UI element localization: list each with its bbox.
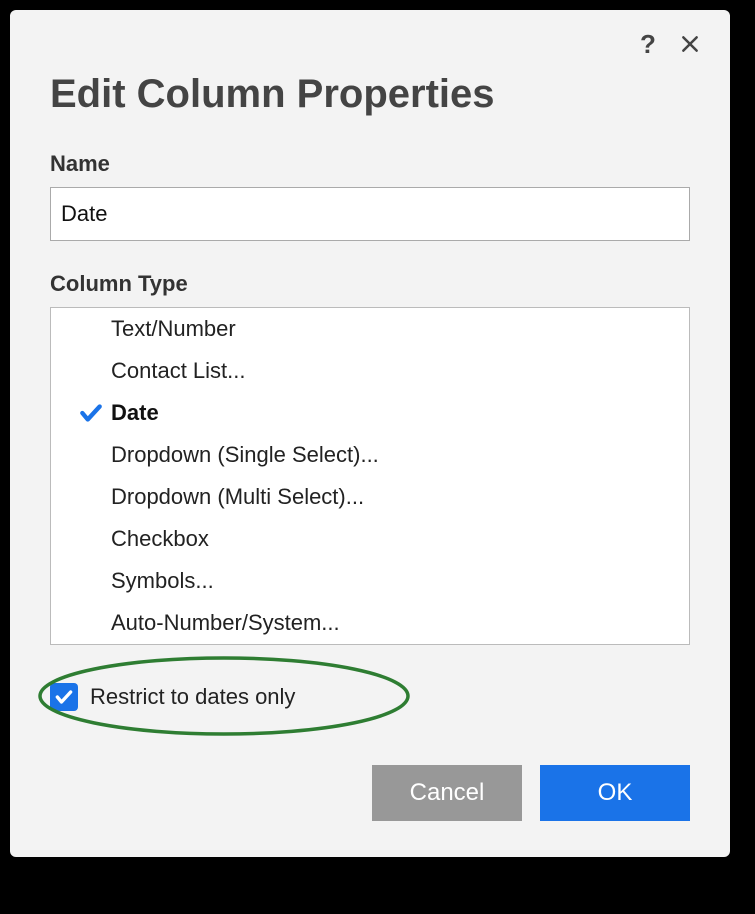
column-type-option[interactable]: Auto-Number/System... bbox=[51, 602, 689, 644]
dialog-title: Edit Column Properties bbox=[50, 72, 690, 117]
ok-button[interactable]: OK bbox=[540, 765, 690, 821]
column-type-option[interactable]: Dropdown (Single Select)... bbox=[51, 434, 689, 476]
restrict-label: Restrict to dates only bbox=[90, 684, 295, 710]
column-type-label: Auto-Number/System... bbox=[111, 610, 340, 636]
column-type-option[interactable]: Text/Number bbox=[51, 308, 689, 350]
restrict-checkbox[interactable] bbox=[50, 683, 78, 711]
close-icon[interactable] bbox=[678, 32, 702, 56]
column-type-label: Text/Number bbox=[111, 316, 236, 342]
column-type-label: Dropdown (Multi Select)... bbox=[111, 484, 364, 510]
column-type-label: Symbols... bbox=[111, 568, 214, 594]
dialog-button-row: Cancel OK bbox=[50, 765, 690, 821]
column-type-option[interactable]: Dropdown (Multi Select)... bbox=[51, 476, 689, 518]
name-label: Name bbox=[50, 151, 690, 177]
cancel-button[interactable]: Cancel bbox=[372, 765, 522, 821]
column-type-option[interactable]: Contact List... bbox=[51, 350, 689, 392]
help-icon[interactable]: ? bbox=[636, 32, 660, 56]
column-type-label: Date bbox=[111, 400, 159, 426]
checkmark-icon bbox=[71, 400, 111, 426]
column-type-option[interactable]: Symbols... bbox=[51, 560, 689, 602]
column-type-list: Text/Number Contact List... Date Dropdown (… bbox=[50, 307, 690, 645]
column-type-option[interactable]: Date bbox=[51, 392, 689, 434]
column-type-label: Column Type bbox=[50, 271, 690, 297]
column-type-option[interactable]: Checkbox bbox=[51, 518, 689, 560]
edit-column-dialog: ? Edit Column Properties Name Column Typ… bbox=[10, 10, 730, 857]
column-type-label: Contact List... bbox=[111, 358, 246, 384]
column-type-label: Dropdown (Single Select)... bbox=[111, 442, 379, 468]
name-input[interactable] bbox=[50, 187, 690, 241]
dialog-top-controls: ? bbox=[636, 32, 702, 56]
column-type-label: Checkbox bbox=[111, 526, 209, 552]
restrict-row: Restrict to dates only bbox=[50, 669, 690, 725]
